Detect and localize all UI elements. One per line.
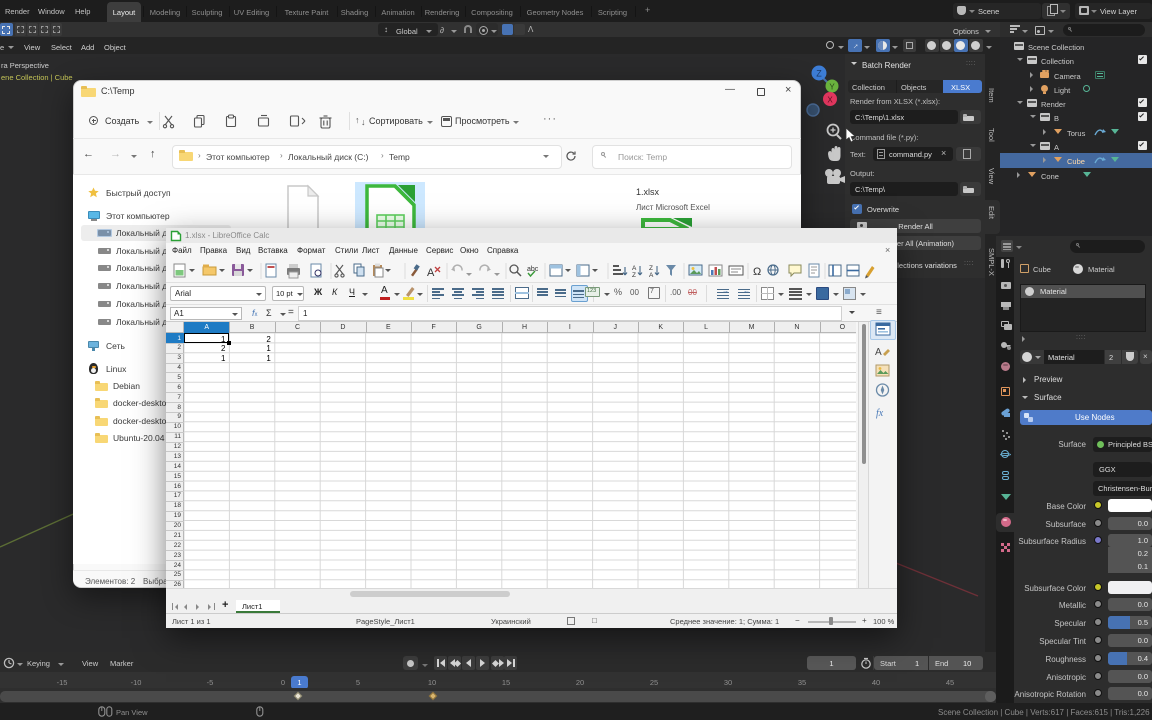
svg-text:A: A bbox=[632, 265, 637, 272]
svg-text:Z: Z bbox=[649, 265, 653, 272]
svg-text:fx: fx bbox=[876, 408, 884, 419]
svg-text:A: A bbox=[875, 347, 882, 358]
svg-text:X: X bbox=[827, 96, 833, 105]
svg-text:abc: abc bbox=[527, 266, 539, 273]
svg-text:Ω: Ω bbox=[753, 266, 761, 278]
svg-text:A: A bbox=[427, 267, 435, 279]
svg-text:Z: Z bbox=[816, 69, 822, 79]
svg-text:Z: Z bbox=[632, 272, 636, 279]
svg-text:A: A bbox=[649, 272, 654, 279]
svg-text:Y: Y bbox=[829, 83, 835, 92]
